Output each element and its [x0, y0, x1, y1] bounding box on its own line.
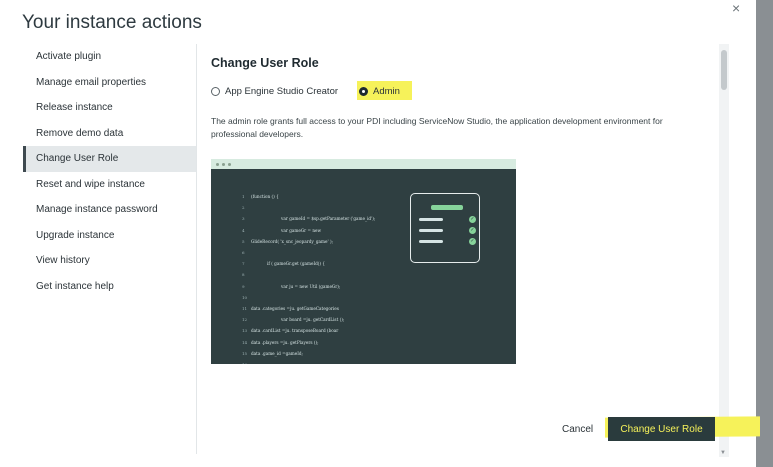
code-line: var gameId = $sp.getParameter ('game_id'…	[281, 216, 376, 222]
sidebar-item-reset-and-wipe[interactable]: Reset and wipe instance	[23, 172, 196, 198]
check-icon: ✓	[469, 227, 476, 234]
sidebar-item-upgrade-instance[interactable]: Upgrade instance	[23, 223, 196, 249]
scroll-thumb[interactable]	[721, 50, 727, 90]
radio-button-selected-icon[interactable]	[359, 87, 368, 96]
code-line-number: 16	[242, 362, 247, 364]
scroll-down-arrow-icon[interactable]: ▼	[720, 450, 726, 456]
code-line: GlideRecord( 'x_snc_jeopardy_game' );	[251, 238, 333, 244]
code-line-number: 14	[242, 339, 248, 345]
window-dot-icon	[216, 163, 219, 166]
role-description: The admin role grants full access to you…	[211, 116, 663, 139]
check-icon: ✓	[469, 216, 476, 223]
code-line-number: 11	[242, 306, 248, 311]
change-user-role-button[interactable]: Change User Role	[608, 417, 715, 441]
code-line-number: 12	[242, 317, 248, 323]
code-line-number: 4	[242, 227, 245, 233]
code-line: var gameGr = new	[281, 227, 322, 233]
check-icon: ✓	[469, 238, 476, 245]
sidebar-item-change-user-role[interactable]: Change User Role	[23, 146, 196, 172]
window-dot-icon	[228, 163, 231, 166]
code-line-number: 5	[242, 238, 245, 244]
radio-button-icon[interactable]	[211, 87, 220, 96]
code-line-number: 9	[242, 283, 245, 289]
sidebar-item-manage-email-properties[interactable]: Manage email properties	[23, 70, 196, 96]
code-line-number: 3	[242, 216, 245, 222]
code-line-number: 10	[242, 294, 248, 300]
checklist-card-icon: ✓ ✓ ✓	[410, 193, 480, 263]
section-title: Change User Role	[211, 56, 319, 70]
radio-app-engine-studio-creator[interactable]: App Engine Studio Creator	[211, 86, 338, 97]
card-line	[419, 240, 443, 243]
code-line-number: 2	[242, 205, 245, 211]
sidebar-item-manage-password[interactable]: Manage instance password	[23, 197, 196, 223]
close-icon[interactable]: ×	[732, 0, 740, 16]
radio-label: Admin	[373, 86, 400, 97]
cancel-button[interactable]: Cancel	[562, 424, 593, 435]
panel-scrollbar[interactable]	[719, 44, 729, 457]
code-line-number: 6	[242, 250, 245, 255]
code-line: data .players =ju. getPlayers ();	[251, 339, 319, 345]
code-line: data .cardList =ju. transposeBoard (boar	[251, 328, 339, 334]
code-line-number: 7	[242, 261, 245, 267]
role-radio-group: App Engine Studio Creator Admin	[211, 81, 716, 100]
radio-label: App Engine Studio Creator	[225, 86, 339, 97]
sidebar-divider	[196, 44, 197, 454]
code-line-number: 15	[242, 350, 248, 356]
code-line-number: 1	[242, 194, 245, 199]
window-dot-icon	[222, 163, 225, 166]
sidebar-item-remove-demo-data[interactable]: Remove demo data	[23, 121, 196, 147]
sidebar-item-release-instance[interactable]: Release instance	[23, 95, 196, 121]
code-line: var board =ju. getCardList ();	[281, 317, 345, 323]
sidebar-item-activate-plugin[interactable]: Activate plugin	[23, 44, 196, 70]
sidebar-item-get-help[interactable]: Get instance help	[23, 274, 196, 300]
window-titlebar	[211, 159, 516, 169]
code-line: data .game_id =gameId;	[251, 350, 303, 356]
card-header-bar	[431, 205, 463, 210]
card-line	[419, 229, 443, 232]
actions-sidebar: Activate plugin Manage email properties …	[23, 44, 196, 444]
code-line-number: 8	[242, 272, 245, 278]
radio-admin[interactable]: Admin	[359, 86, 400, 97]
page-title: Your instance actions	[22, 12, 202, 33]
code-line-number: 13	[242, 328, 248, 334]
code-line: data .categories =ju. getGameCategories	[251, 306, 339, 311]
code-line: if ( gameGr.get (gameId)) {	[267, 261, 326, 267]
code-line: (function () {	[251, 194, 279, 199]
code-illustration: 1 (function () { 2 3 var gameId = $sp.getPar…	[211, 159, 516, 364]
page-scrollbar[interactable]	[756, 0, 773, 467]
code-line: var ju = new Util (gameGr);	[281, 283, 341, 289]
sidebar-item-view-history[interactable]: View history	[23, 248, 196, 274]
card-line	[419, 218, 443, 221]
